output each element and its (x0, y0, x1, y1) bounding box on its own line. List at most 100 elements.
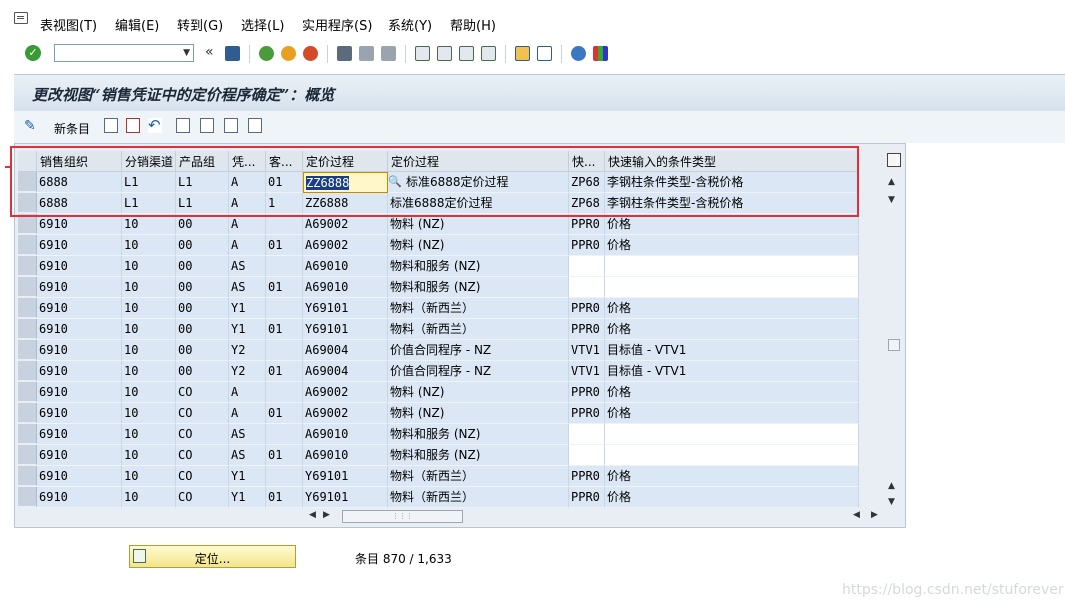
cell-fast-entry[interactable]: PPR0 (569, 235, 605, 256)
menu-utilities[interactable]: 实用程序(S) (302, 15, 372, 34)
find-next-icon[interactable] (381, 46, 396, 61)
vertical-scrollbar[interactable]: ▲ ▼ ▲ ▼ (885, 151, 903, 507)
cell-pricing-procedure[interactable]: Y69101 (303, 487, 388, 508)
row-selector[interactable] (18, 235, 37, 255)
cell-pricing-procedure[interactable]: Y69101 (303, 298, 388, 319)
print-icon[interactable] (337, 46, 352, 61)
row-selector[interactable] (18, 256, 37, 276)
row-selector[interactable] (18, 424, 37, 444)
command-field[interactable]: ▼ (54, 44, 194, 62)
cell-fast-entry-condition-type[interactable]: 价格 (605, 214, 859, 235)
row-selector[interactable] (18, 298, 37, 318)
row-selector[interactable] (18, 382, 37, 402)
cell-pricing-procedure[interactable]: A69002 (303, 235, 388, 256)
scroll-left-icon[interactable]: ◀ (309, 510, 316, 520)
cell-pricing-procedure[interactable]: A69004 (303, 340, 388, 361)
cell-fast-entry-condition-type[interactable] (605, 445, 859, 466)
menu-table-view[interactable]: 表视图(T) (40, 15, 97, 34)
row-selector[interactable] (18, 466, 37, 486)
cell-pricing-procedure[interactable]: A69002 (303, 214, 388, 235)
scroll-right-small-icon[interactable]: ▶ (323, 510, 330, 520)
cell-fast-entry[interactable]: PPR0 (569, 382, 605, 403)
vertical-scroll-thumb[interactable] (888, 339, 900, 351)
cell-fast-entry[interactable]: PPR0 (569, 487, 605, 508)
row-selector[interactable] (18, 403, 37, 423)
cell-pricing-procedure[interactable]: Y69101 (303, 466, 388, 487)
save-icon[interactable] (225, 46, 240, 61)
cell-fast-entry[interactable]: VTV1 (569, 340, 605, 361)
menu-selection[interactable]: 选择(L) (241, 15, 284, 34)
row-selector[interactable] (18, 277, 37, 297)
cell-fast-entry-condition-type[interactable]: 目标值 - VTV1 (605, 340, 859, 361)
customize-icon[interactable] (593, 46, 608, 61)
cell-fast-entry[interactable]: PPR0 (569, 466, 605, 487)
undo-icon[interactable]: ↶ (148, 118, 162, 133)
cell-fast-entry[interactable]: PPR0 (569, 319, 605, 340)
scroll-up-icon[interactable]: ▲ (888, 177, 895, 187)
cell-fast-entry-condition-type[interactable]: 价格 (605, 235, 859, 256)
cell-fast-entry[interactable] (569, 256, 605, 277)
row-selector[interactable] (18, 214, 37, 234)
cell-fast-entry-condition-type[interactable]: 目标值 - VTV1 (605, 361, 859, 382)
cell-fast-entry-condition-type[interactable] (605, 277, 859, 298)
select-block-icon[interactable] (200, 118, 214, 133)
cell-fast-entry-condition-type[interactable]: 价格 (605, 382, 859, 403)
deselect-all-icon[interactable] (224, 118, 238, 133)
chevron-down-icon[interactable]: ▼ (183, 45, 190, 62)
cell-pricing-procedure[interactable]: A69010 (303, 424, 388, 445)
help-icon[interactable] (571, 46, 586, 61)
first-page-icon[interactable] (415, 46, 430, 61)
double-chevron-left-icon[interactable]: « (205, 44, 214, 60)
cell-fast-entry[interactable] (569, 277, 605, 298)
prev-page-icon[interactable] (437, 46, 452, 61)
row-selector[interactable] (18, 361, 37, 381)
menu-goto[interactable]: 转到(G) (177, 15, 223, 34)
cell-pricing-procedure[interactable]: A69010 (303, 277, 388, 298)
cell-fast-entry-condition-type[interactable]: 价格 (605, 403, 859, 424)
scroll-down-small-icon[interactable]: ▼ (888, 195, 895, 205)
cell-pricing-procedure[interactable]: Y69101 (303, 319, 388, 340)
shortcut-icon[interactable] (537, 46, 552, 61)
select-all-icon[interactable] (176, 118, 190, 133)
position-button[interactable]: 定位... (129, 545, 296, 568)
horizontal-scrollbar[interactable]: ◀ ▶ ⋮⋮⋮ ◀ ▶ (305, 509, 885, 525)
cell-fast-entry-condition-type[interactable] (605, 256, 859, 277)
scroll-up-small-icon[interactable]: ▲ (888, 481, 895, 491)
cell-fast-entry-condition-type[interactable]: 价格 (605, 319, 859, 340)
cell-fast-entry[interactable]: PPR0 (569, 403, 605, 424)
row-selector[interactable] (18, 445, 37, 465)
menu-system[interactable]: 系统(Y) (388, 15, 432, 34)
cell-fast-entry[interactable]: PPR0 (569, 214, 605, 235)
details-icon[interactable] (104, 118, 118, 133)
scroll-down-icon[interactable]: ▼ (888, 497, 895, 507)
cell-fast-entry-condition-type[interactable] (605, 424, 859, 445)
cell-pricing-procedure[interactable]: A69002 (303, 403, 388, 424)
copy-as-icon[interactable] (126, 118, 140, 133)
print-field-help-icon[interactable] (248, 118, 262, 133)
cancel-icon[interactable] (303, 46, 318, 61)
cell-fast-entry[interactable]: PPR0 (569, 298, 605, 319)
cell-fast-entry[interactable] (569, 445, 605, 466)
cell-pricing-procedure[interactable]: A69002 (303, 382, 388, 403)
cell-fast-entry[interactable] (569, 424, 605, 445)
scroll-left-small-icon[interactable]: ◀ (853, 510, 860, 520)
table-settings-icon[interactable] (887, 153, 901, 167)
cell-pricing-procedure[interactable]: A69010 (303, 445, 388, 466)
enter-icon[interactable]: ✓ (25, 45, 41, 61)
next-page-icon[interactable] (459, 46, 474, 61)
horizontal-scroll-thumb[interactable]: ⋮⋮⋮ (342, 510, 463, 523)
cell-pricing-procedure[interactable]: A69010 (303, 256, 388, 277)
back-icon[interactable] (259, 46, 274, 61)
row-selector[interactable] (18, 487, 37, 507)
menu-edit[interactable]: 编辑(E) (115, 15, 159, 34)
menu-icon[interactable] (14, 12, 28, 24)
cell-fast-entry-condition-type[interactable]: 价格 (605, 466, 859, 487)
cell-fast-entry-condition-type[interactable]: 价格 (605, 298, 859, 319)
cell-fast-entry-condition-type[interactable]: 价格 (605, 487, 859, 508)
row-selector[interactable] (18, 340, 37, 360)
new-session-icon[interactable] (515, 46, 530, 61)
find-icon[interactable] (359, 46, 374, 61)
cell-fast-entry[interactable]: VTV1 (569, 361, 605, 382)
last-page-icon[interactable] (481, 46, 496, 61)
menu-help[interactable]: 帮助(H) (450, 15, 496, 34)
